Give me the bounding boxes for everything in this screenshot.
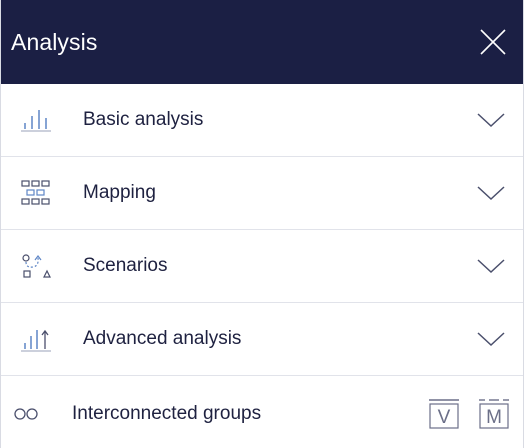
section-label: Basic analysis (83, 109, 204, 130)
interconnected-groups-label: Interconnected groups (72, 402, 262, 424)
section-basic-analysis[interactable]: Basic analysis (1, 84, 523, 157)
section-advanced-analysis[interactable]: Advanced analysis (1, 303, 523, 376)
toggle-v-letter: V (438, 407, 451, 428)
section-mapping[interactable]: Mapping (1, 157, 523, 230)
close-icon (480, 29, 506, 55)
toggle-v-button[interactable]: V (427, 397, 461, 431)
network-map-icon (21, 179, 57, 207)
chevron-down-icon[interactable] (473, 106, 509, 134)
section-scenarios[interactable]: Scenarios (1, 230, 523, 303)
panel-header: Analysis (1, 0, 523, 84)
analysis-panel: Analysis Basic analysis Mapping Scenario… (0, 0, 524, 448)
toggle-m-button[interactable]: M (477, 397, 511, 431)
interconnected-groups-row: Interconnected groups V M (1, 376, 523, 448)
link-icon (13, 400, 45, 428)
toggle-m-letter: M (486, 407, 502, 428)
chevron-down-icon[interactable] (473, 252, 509, 280)
section-label: Mapping (83, 182, 156, 203)
section-label: Advanced analysis (83, 328, 242, 349)
chevron-down-icon[interactable] (473, 179, 509, 207)
close-button[interactable] (475, 24, 511, 60)
section-label: Scenarios (83, 255, 168, 276)
chevron-down-icon[interactable] (473, 325, 509, 353)
scenario-path-icon (21, 252, 57, 280)
advanced-chart-icon (21, 325, 57, 353)
bar-chart-icon (21, 106, 57, 134)
panel-title: Analysis (11, 28, 98, 55)
